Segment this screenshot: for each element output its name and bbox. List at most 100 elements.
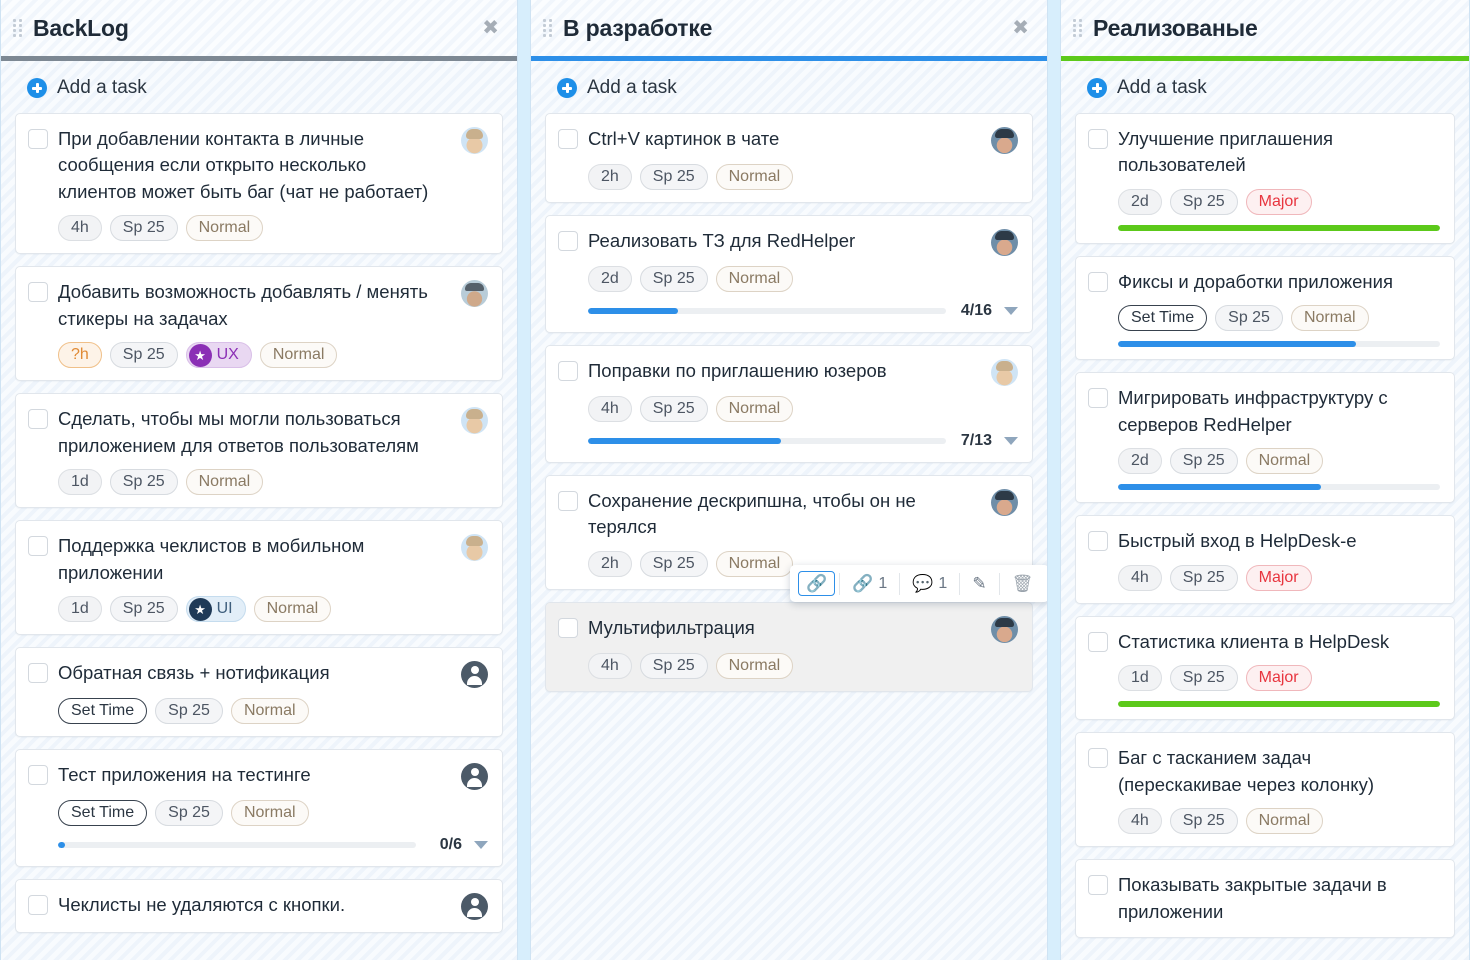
- task-checkbox[interactable]: [28, 282, 48, 302]
- task-checkbox[interactable]: [1088, 875, 1108, 895]
- tag-sprint[interactable]: Sp 25: [640, 396, 708, 422]
- avatar[interactable]: [461, 280, 488, 307]
- task-checkbox[interactable]: [1088, 129, 1108, 149]
- tag-settime[interactable]: Set Time: [58, 698, 147, 724]
- avatar[interactable]: [991, 489, 1018, 516]
- drag-handle-icon[interactable]: [13, 19, 23, 37]
- tag-time-q[interactable]: ?h: [58, 342, 102, 368]
- tag-sprint[interactable]: Sp 25: [110, 342, 178, 368]
- task-checkbox[interactable]: [558, 231, 578, 251]
- avatar[interactable]: [991, 229, 1018, 256]
- tag-prio-normal[interactable]: Normal: [1246, 448, 1324, 474]
- tag-sprint[interactable]: Sp 25: [640, 164, 708, 190]
- task-card[interactable]: Поддержка чеклистов в мобильном приложен…: [15, 520, 503, 635]
- close-icon[interactable]: ✖: [1008, 16, 1033, 40]
- tag-prio-normal[interactable]: Normal: [260, 342, 338, 368]
- tag-sprint[interactable]: Sp 25: [110, 469, 178, 495]
- tag-prio-normal[interactable]: Normal: [716, 653, 794, 679]
- task-checkbox[interactable]: [28, 129, 48, 149]
- tag-prio-major[interactable]: Major: [1246, 665, 1312, 691]
- tag-prio-normal[interactable]: Normal: [1291, 305, 1369, 331]
- task-card[interactable]: Улучшение приглашения пользователей2dSp …: [1075, 113, 1455, 244]
- tag-sprint[interactable]: Sp 25: [110, 596, 178, 622]
- task-card[interactable]: Фиксы и доработки приложенияSet TimeSp 2…: [1075, 256, 1455, 360]
- tag-time[interactable]: 2h: [588, 551, 632, 577]
- avatar[interactable]: [461, 893, 488, 920]
- tag-time[interactable]: 4h: [588, 653, 632, 679]
- task-checkbox[interactable]: [558, 361, 578, 381]
- tag-prio-normal[interactable]: Normal: [716, 164, 794, 190]
- tag-prio-normal[interactable]: Normal: [231, 800, 309, 826]
- avatar[interactable]: [461, 661, 488, 688]
- task-card[interactable]: Статистика клиента в HelpDesk1dSp 25Majo…: [1075, 616, 1455, 720]
- task-checkbox[interactable]: [558, 491, 578, 511]
- task-card[interactable]: Баг с тасканием задач (перескакивае чере…: [1075, 732, 1455, 847]
- tag-prio-normal[interactable]: Normal: [231, 698, 309, 724]
- edit-button[interactable]: ✎: [964, 571, 994, 596]
- task-checkbox[interactable]: [28, 409, 48, 429]
- drag-handle-icon[interactable]: [543, 19, 553, 37]
- drag-handle-icon[interactable]: [1073, 19, 1083, 37]
- task-card[interactable]: Добавить возможность добавлять / менять …: [15, 266, 503, 381]
- task-checkbox[interactable]: [28, 663, 48, 683]
- task-checkbox[interactable]: [1088, 388, 1108, 408]
- tag-prio-normal[interactable]: Normal: [254, 596, 332, 622]
- tag-prio-normal[interactable]: Normal: [1246, 808, 1324, 834]
- task-checkbox[interactable]: [1088, 272, 1108, 292]
- tag-label-ux[interactable]: ★UX: [186, 342, 252, 368]
- tag-prio-normal[interactable]: Normal: [716, 396, 794, 422]
- tag-settime[interactable]: Set Time: [1118, 305, 1207, 331]
- tag-time[interactable]: 4h: [588, 396, 632, 422]
- avatar[interactable]: [461, 763, 488, 790]
- tag-sprint[interactable]: Sp 25: [640, 266, 708, 292]
- avatar[interactable]: [991, 359, 1018, 386]
- tag-prio-normal[interactable]: Normal: [716, 551, 794, 577]
- tag-sprint[interactable]: Sp 25: [1170, 448, 1238, 474]
- tag-prio-major[interactable]: Major: [1246, 189, 1312, 215]
- tag-time[interactable]: 4h: [1118, 565, 1162, 591]
- task-checkbox[interactable]: [1088, 632, 1108, 652]
- tag-settime[interactable]: Set Time: [58, 800, 147, 826]
- task-checkbox[interactable]: [28, 536, 48, 556]
- tag-sprint[interactable]: Sp 25: [110, 215, 178, 241]
- chevron-down-icon[interactable]: [1004, 307, 1018, 315]
- tag-sprint[interactable]: Sp 25: [1170, 808, 1238, 834]
- tag-time[interactable]: 1d: [1118, 665, 1162, 691]
- task-card[interactable]: Обратная связь + нотификацияSet TimeSp 2…: [15, 647, 503, 737]
- tag-prio-normal[interactable]: Normal: [186, 469, 264, 495]
- tag-time[interactable]: 1d: [58, 596, 102, 622]
- tag-time[interactable]: 4h: [1118, 808, 1162, 834]
- tag-sprint[interactable]: Sp 25: [1170, 189, 1238, 215]
- tag-sprint[interactable]: Sp 25: [155, 698, 223, 724]
- add-task-button[interactable]: Add a task: [1, 61, 517, 113]
- tag-time[interactable]: 4h: [58, 215, 102, 241]
- task-card[interactable]: Ctrl+V картинок в чате2hSp 25Normal: [545, 113, 1033, 203]
- tag-prio-normal[interactable]: Normal: [186, 215, 264, 241]
- delete-button[interactable]: 🗑: [1004, 571, 1042, 596]
- tag-sprint[interactable]: Sp 25: [1170, 565, 1238, 591]
- task-card[interactable]: Чеклисты не удаляются с кнопки.: [15, 879, 503, 933]
- tag-sprint[interactable]: Sp 25: [155, 800, 223, 826]
- task-checkbox[interactable]: [1088, 531, 1108, 551]
- task-card[interactable]: При добавлении контакта в личные сообщен…: [15, 113, 503, 254]
- avatar[interactable]: [991, 616, 1018, 643]
- avatar[interactable]: [461, 407, 488, 434]
- chevron-down-icon[interactable]: [1004, 437, 1018, 445]
- task-card[interactable]: Поправки по приглашению юзеров4hSp 25Nor…: [545, 345, 1033, 463]
- add-task-button[interactable]: Add a task: [1061, 61, 1469, 113]
- tag-label-ui[interactable]: ★UI: [186, 596, 246, 622]
- tag-sprint[interactable]: Sp 25: [1170, 665, 1238, 691]
- task-checkbox[interactable]: [28, 895, 48, 915]
- attach-link-button[interactable]: 🔗: [798, 571, 835, 596]
- task-card[interactable]: Тест приложения на тестингеSet TimeSp 25…: [15, 749, 503, 867]
- task-card[interactable]: Реализовать ТЗ для RedHelper2dSp 25Norma…: [545, 215, 1033, 333]
- task-checkbox[interactable]: [558, 129, 578, 149]
- avatar[interactable]: [991, 127, 1018, 154]
- tag-sprint[interactable]: Sp 25: [1215, 305, 1283, 331]
- add-task-button[interactable]: Add a task: [531, 61, 1047, 113]
- chevron-down-icon[interactable]: [474, 841, 488, 849]
- close-icon[interactable]: ✖: [478, 16, 503, 40]
- tag-time[interactable]: 2d: [1118, 189, 1162, 215]
- task-card[interactable]: Показывать закрытые задачи в приложении: [1075, 859, 1455, 938]
- tag-sprint[interactable]: Sp 25: [640, 551, 708, 577]
